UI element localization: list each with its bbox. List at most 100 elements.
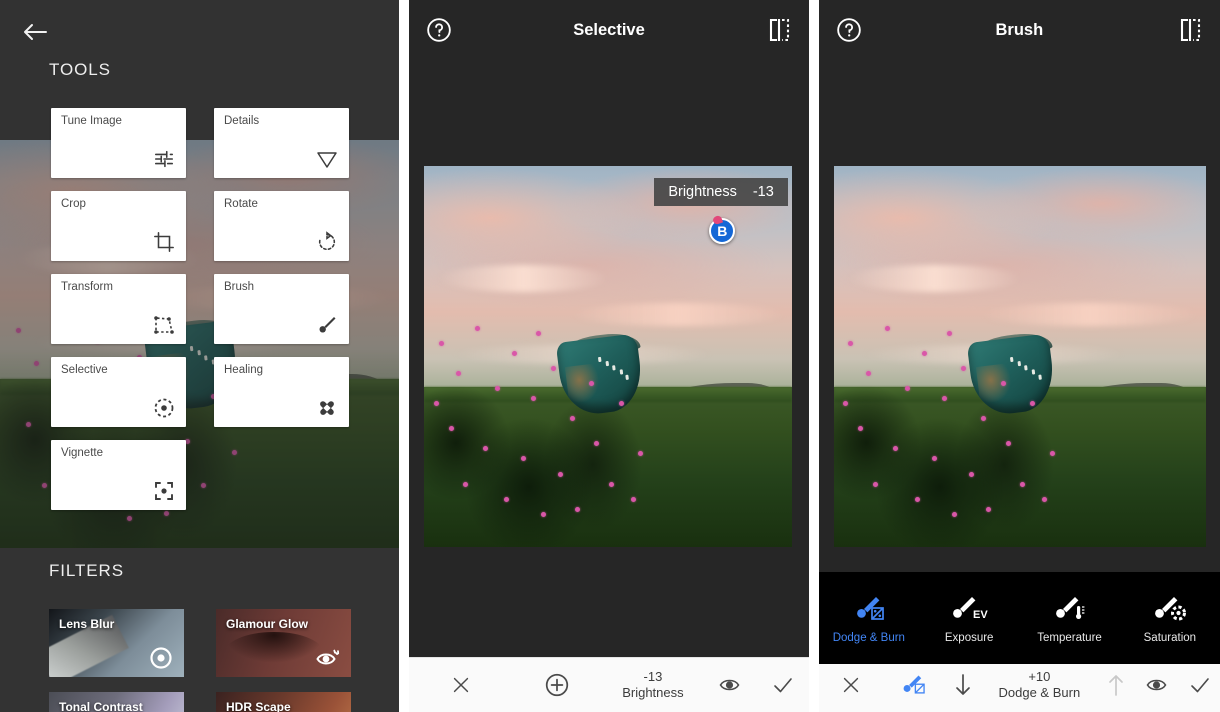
sliders-icon (151, 146, 177, 172)
brush-type-button[interactable] (883, 672, 943, 698)
filter-card-lens-blur[interactable]: Lens Blur (49, 609, 184, 677)
brush-mode-label: Dodge & Burn (832, 632, 905, 644)
tool-card-healing[interactable]: Healing (214, 357, 349, 427)
brush-mode-label: Saturation (1143, 632, 1197, 644)
compare-split-icon (1180, 18, 1201, 42)
cancel-button[interactable] (409, 674, 513, 696)
back-button[interactable] (14, 12, 56, 52)
filter-card-hdr-scape[interactable]: HDR Scape (216, 692, 351, 712)
arrow-up-icon (1108, 675, 1123, 696)
preview-toggle-button[interactable] (705, 674, 757, 696)
brush-icon (314, 312, 340, 338)
filter-card-tonal-contrast[interactable]: Tonal Contrast (49, 692, 184, 712)
adjustment-label: Brightness (622, 685, 684, 700)
triangle-down-icon (314, 146, 340, 172)
filter-label: Glamour Glow (226, 617, 309, 631)
tool-card-transform[interactable]: Transform (51, 274, 186, 344)
panel-divider (399, 0, 410, 712)
filter-card-glamour-glow[interactable]: Glamour Glow (216, 609, 351, 677)
check-icon (1191, 678, 1209, 693)
add-control-point-button[interactable] (513, 672, 601, 698)
brush-mode-dodge-burn[interactable]: Dodge & Burn (819, 592, 919, 644)
close-x-icon (843, 677, 858, 693)
adjustment-label: Dodge & Burn (998, 685, 1081, 700)
help-button[interactable] (409, 17, 469, 43)
photo-flowers (834, 296, 1080, 547)
decrease-value-button[interactable] (943, 672, 983, 698)
brush-canvas[interactable] (819, 60, 1220, 572)
compare-button[interactable] (1160, 17, 1220, 43)
brush-saturation-icon (1151, 592, 1189, 626)
compare-button[interactable] (749, 17, 809, 43)
selective-header: Selective (409, 0, 809, 60)
adjustment-name: Brightness (668, 184, 737, 200)
check-icon (773, 678, 792, 693)
adjustment-readout: +10 Dodge & Burn (983, 669, 1095, 702)
tool-label: Tune Image (61, 115, 122, 127)
filters-section-title: FILTERS (49, 561, 124, 580)
tool-label: Healing (224, 364, 263, 376)
adjustment-chip: Brightness -13 (654, 178, 788, 206)
adjustment-readout: -13 Brightness (601, 669, 705, 702)
tool-label: Vignette (61, 447, 103, 459)
brush-mode-label: Exposure (944, 632, 994, 644)
brush-mode-exposure[interactable]: EV Exposure (919, 592, 1019, 644)
tool-label: Transform (61, 281, 113, 293)
rotate-icon (314, 229, 340, 255)
eye-icon (1146, 679, 1167, 691)
eye-glow-icon (315, 645, 341, 671)
photo-flowers (424, 296, 667, 547)
photo-preview[interactable] (833, 166, 1206, 547)
selective-canvas[interactable]: Brightness -13 B (409, 60, 808, 655)
vignette-icon (151, 478, 177, 504)
adjustment-value: +10 (1028, 668, 1051, 684)
brush-exposure-icon: EV (949, 592, 989, 626)
arrow-down-icon (956, 674, 970, 695)
app-screenshot: TOOLS FILTERS Tune Image Details Crop Ro… (0, 0, 1220, 712)
selective-target-icon (151, 395, 177, 421)
tool-card-tune-image[interactable]: Tune Image (51, 108, 186, 178)
panel-selective: Selective Brightness -13 B -13 Brightnes… (409, 0, 809, 712)
tool-card-rotate[interactable]: Rotate (214, 191, 349, 261)
apply-button[interactable] (757, 673, 809, 697)
panel-divider (808, 0, 819, 712)
plus-circle-icon (545, 673, 569, 697)
tool-card-vignette[interactable]: Vignette (51, 440, 186, 510)
page-title: Brush (995, 20, 1044, 39)
question-circle-icon (836, 18, 861, 42)
tool-label: Details (224, 115, 260, 127)
tool-card-details[interactable]: Details (214, 108, 349, 178)
question-circle-icon (427, 18, 452, 42)
help-button[interactable] (819, 17, 879, 43)
tools-section-title: TOOLS (49, 60, 111, 79)
bandage-icon (314, 395, 340, 421)
brush-mode-temperature[interactable]: Temperature (1019, 592, 1119, 644)
tool-card-crop[interactable]: Crop (51, 191, 186, 261)
brush-dodgeburn-icon (903, 675, 925, 694)
tool-label: Crop (61, 198, 86, 210)
adjustment-value: -13 (752, 184, 774, 200)
tool-card-selective[interactable]: Selective (51, 357, 186, 427)
brush-mode-saturation[interactable]: Saturation (1120, 592, 1220, 644)
photo-preview[interactable] (424, 166, 793, 547)
arrow-left-icon (24, 24, 47, 40)
brush-dodgeburn-icon (850, 592, 888, 626)
page-title: Selective (573, 20, 645, 39)
transform-icon (151, 312, 177, 338)
brush-mode-label: Temperature (1037, 632, 1102, 644)
eye-icon (719, 679, 740, 691)
crop-icon (151, 229, 177, 255)
apply-button[interactable] (1180, 673, 1220, 697)
panel-tools-home: TOOLS FILTERS Tune Image Details Crop Ro… (0, 0, 400, 712)
selective-bottom-bar: -13 Brightness (409, 657, 809, 712)
tool-card-brush[interactable]: Brush (214, 274, 349, 344)
brush-mode-bar: Dodge & Burn EV Exposure Temperature Sat… (818, 572, 1220, 664)
increase-value-button[interactable] (1096, 672, 1136, 698)
aperture-dot-icon (148, 645, 174, 671)
preview-toggle-button[interactable] (1136, 674, 1180, 696)
filter-label: Tonal Contrast (59, 700, 143, 712)
filter-label: Lens Blur (59, 617, 115, 631)
tool-label: Selective (61, 364, 108, 376)
cancel-button[interactable] (819, 674, 883, 696)
tool-label: Rotate (224, 198, 258, 210)
